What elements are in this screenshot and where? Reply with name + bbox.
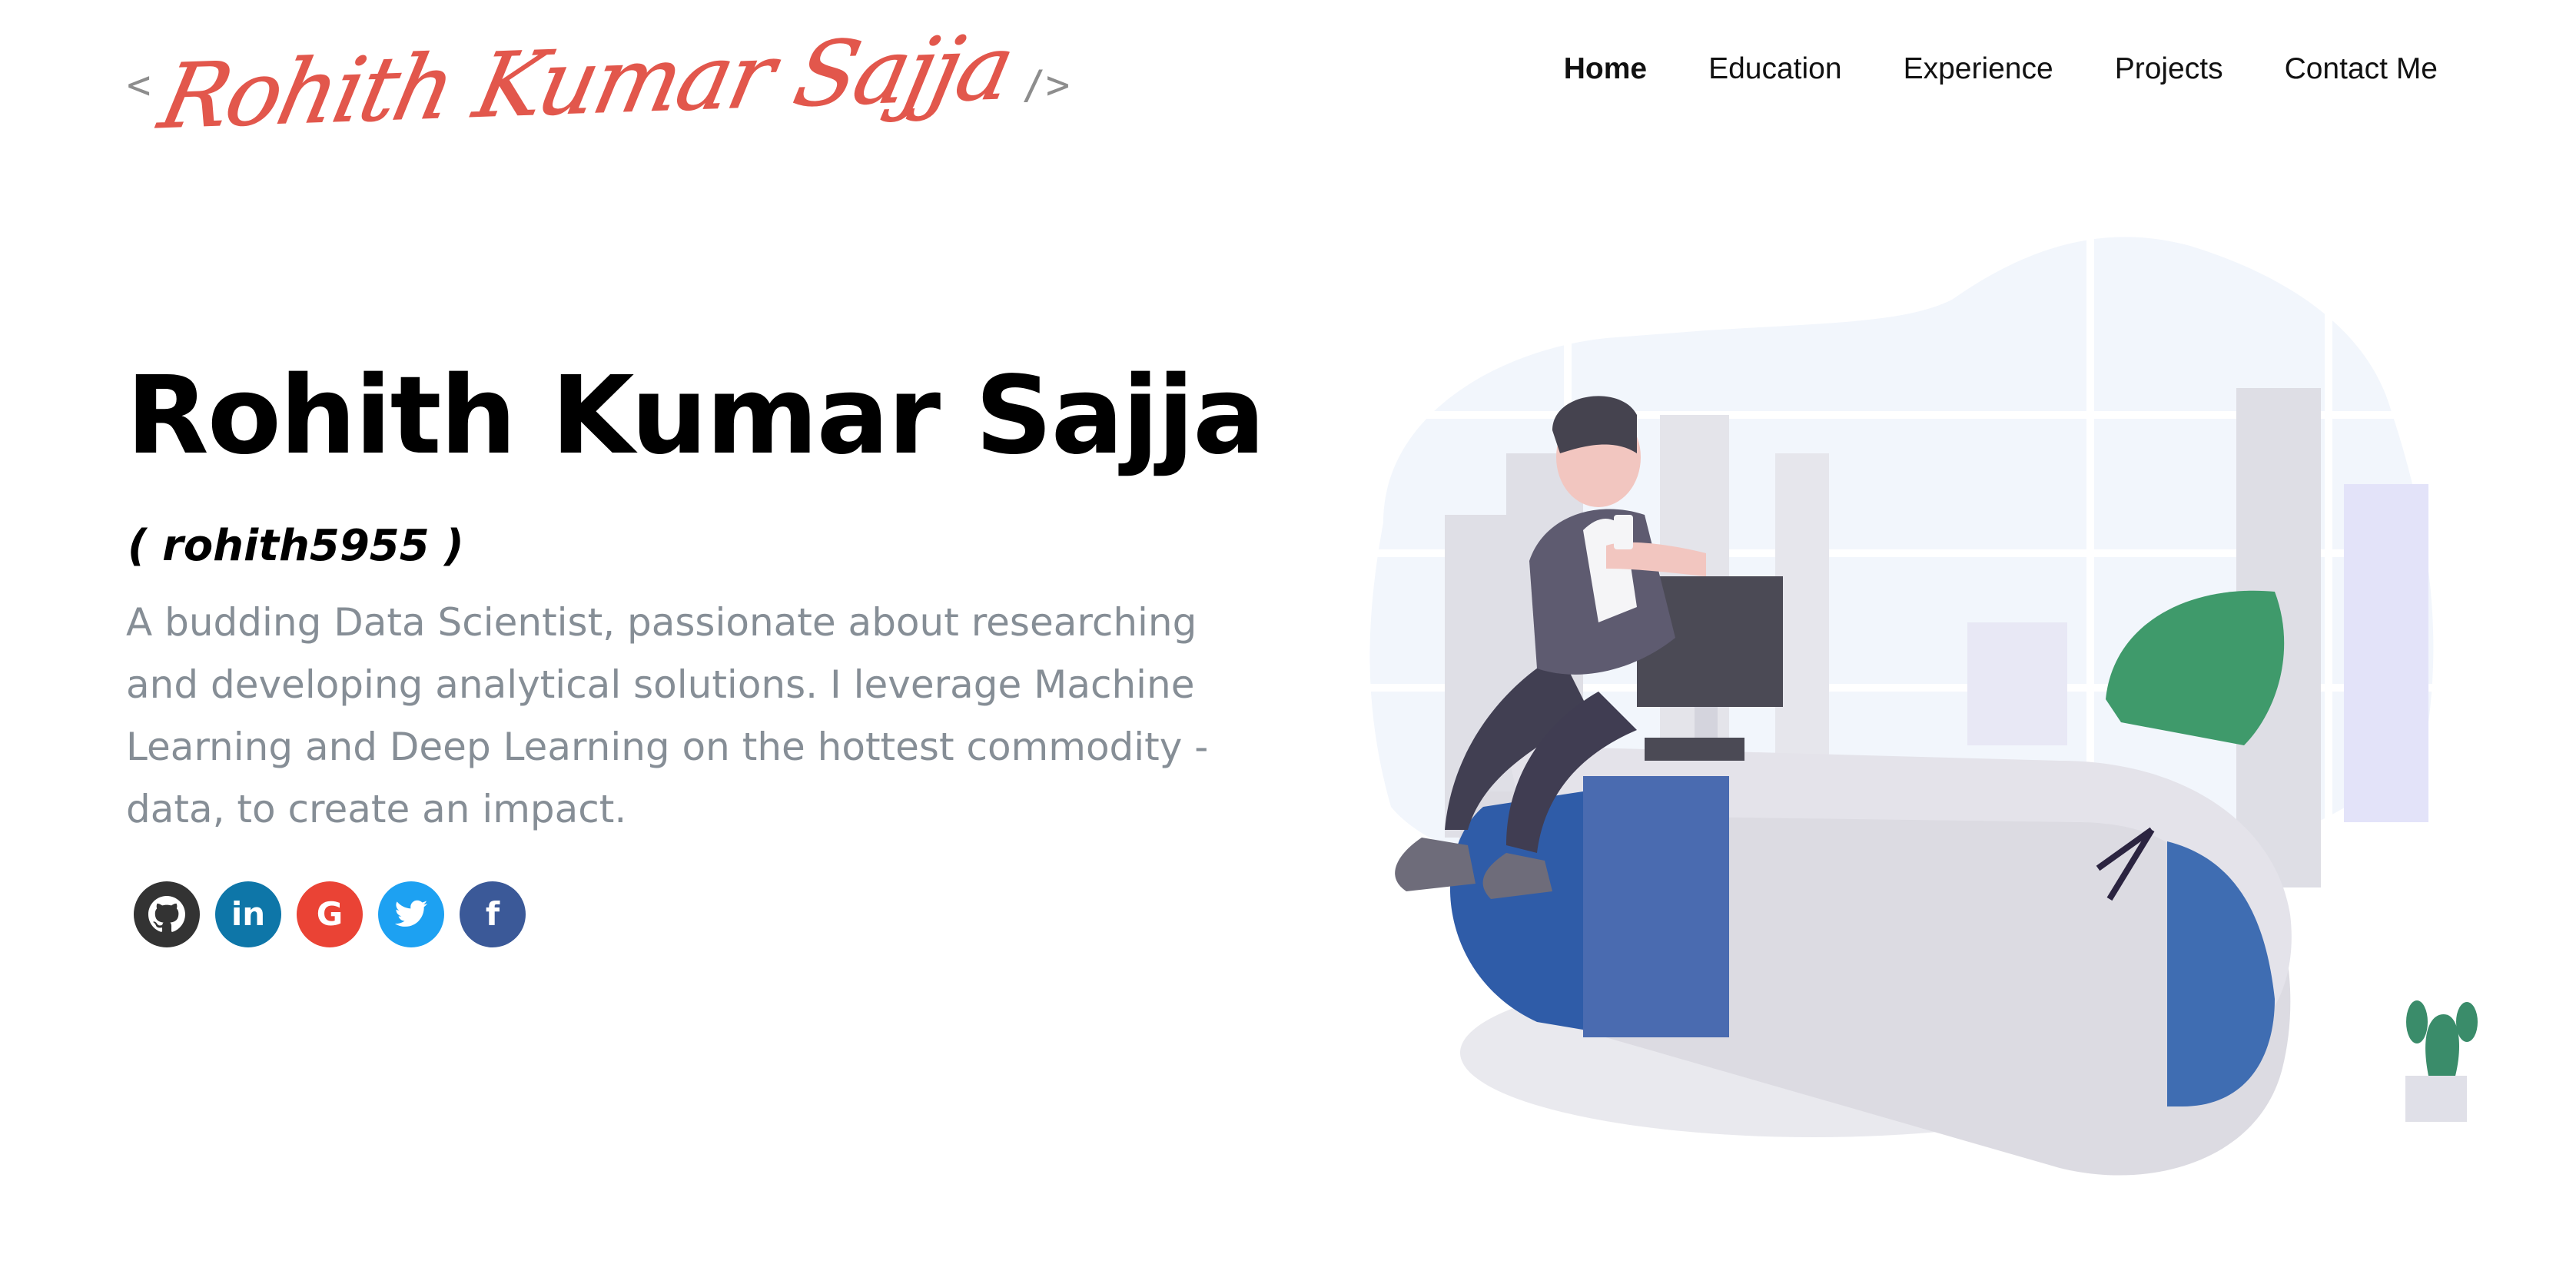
main-nav: Home Education Experience Projects Conta… xyxy=(1564,52,2438,86)
google-icon: G xyxy=(316,895,344,933)
hero-handle: ( rohith5955 ) xyxy=(128,521,464,571)
hero-bio: A budding Data Scientist, passionate abo… xyxy=(126,600,1209,831)
hero-name: Rohith Kumar Sajja xyxy=(126,353,1266,479)
facebook-icon: f xyxy=(485,895,500,933)
logo-close-bracket: /> xyxy=(1021,62,1071,108)
nav-home[interactable]: Home xyxy=(1564,52,1647,86)
linkedin-link[interactable]: in xyxy=(215,881,281,947)
hero-illustration xyxy=(1353,223,2478,1176)
site-logo[interactable]: < Rohith Kumar Sajja /> xyxy=(127,15,1071,149)
nav-education[interactable]: Education xyxy=(1708,52,1841,86)
facebook-link[interactable]: f xyxy=(460,881,526,947)
logo-signature: Rohith Kumar Sajja xyxy=(151,15,1021,149)
nav-contact[interactable]: Contact Me xyxy=(2285,52,2438,86)
logo-open-bracket: < xyxy=(127,62,151,108)
github-link[interactable] xyxy=(134,881,200,947)
nav-projects[interactable]: Projects xyxy=(2115,52,2223,86)
github-icon xyxy=(148,896,185,932)
nav-experience[interactable]: Experience xyxy=(1904,52,2053,86)
social-links: in G f xyxy=(134,881,526,947)
cactus-plant xyxy=(2405,1000,2478,1122)
linkedin-icon: in xyxy=(231,895,266,933)
google-link[interactable]: G xyxy=(297,881,363,947)
twitter-link[interactable] xyxy=(378,881,444,947)
twitter-icon xyxy=(394,900,428,927)
desk-left-block xyxy=(1583,776,1729,1037)
monitor-base xyxy=(1645,738,1744,761)
